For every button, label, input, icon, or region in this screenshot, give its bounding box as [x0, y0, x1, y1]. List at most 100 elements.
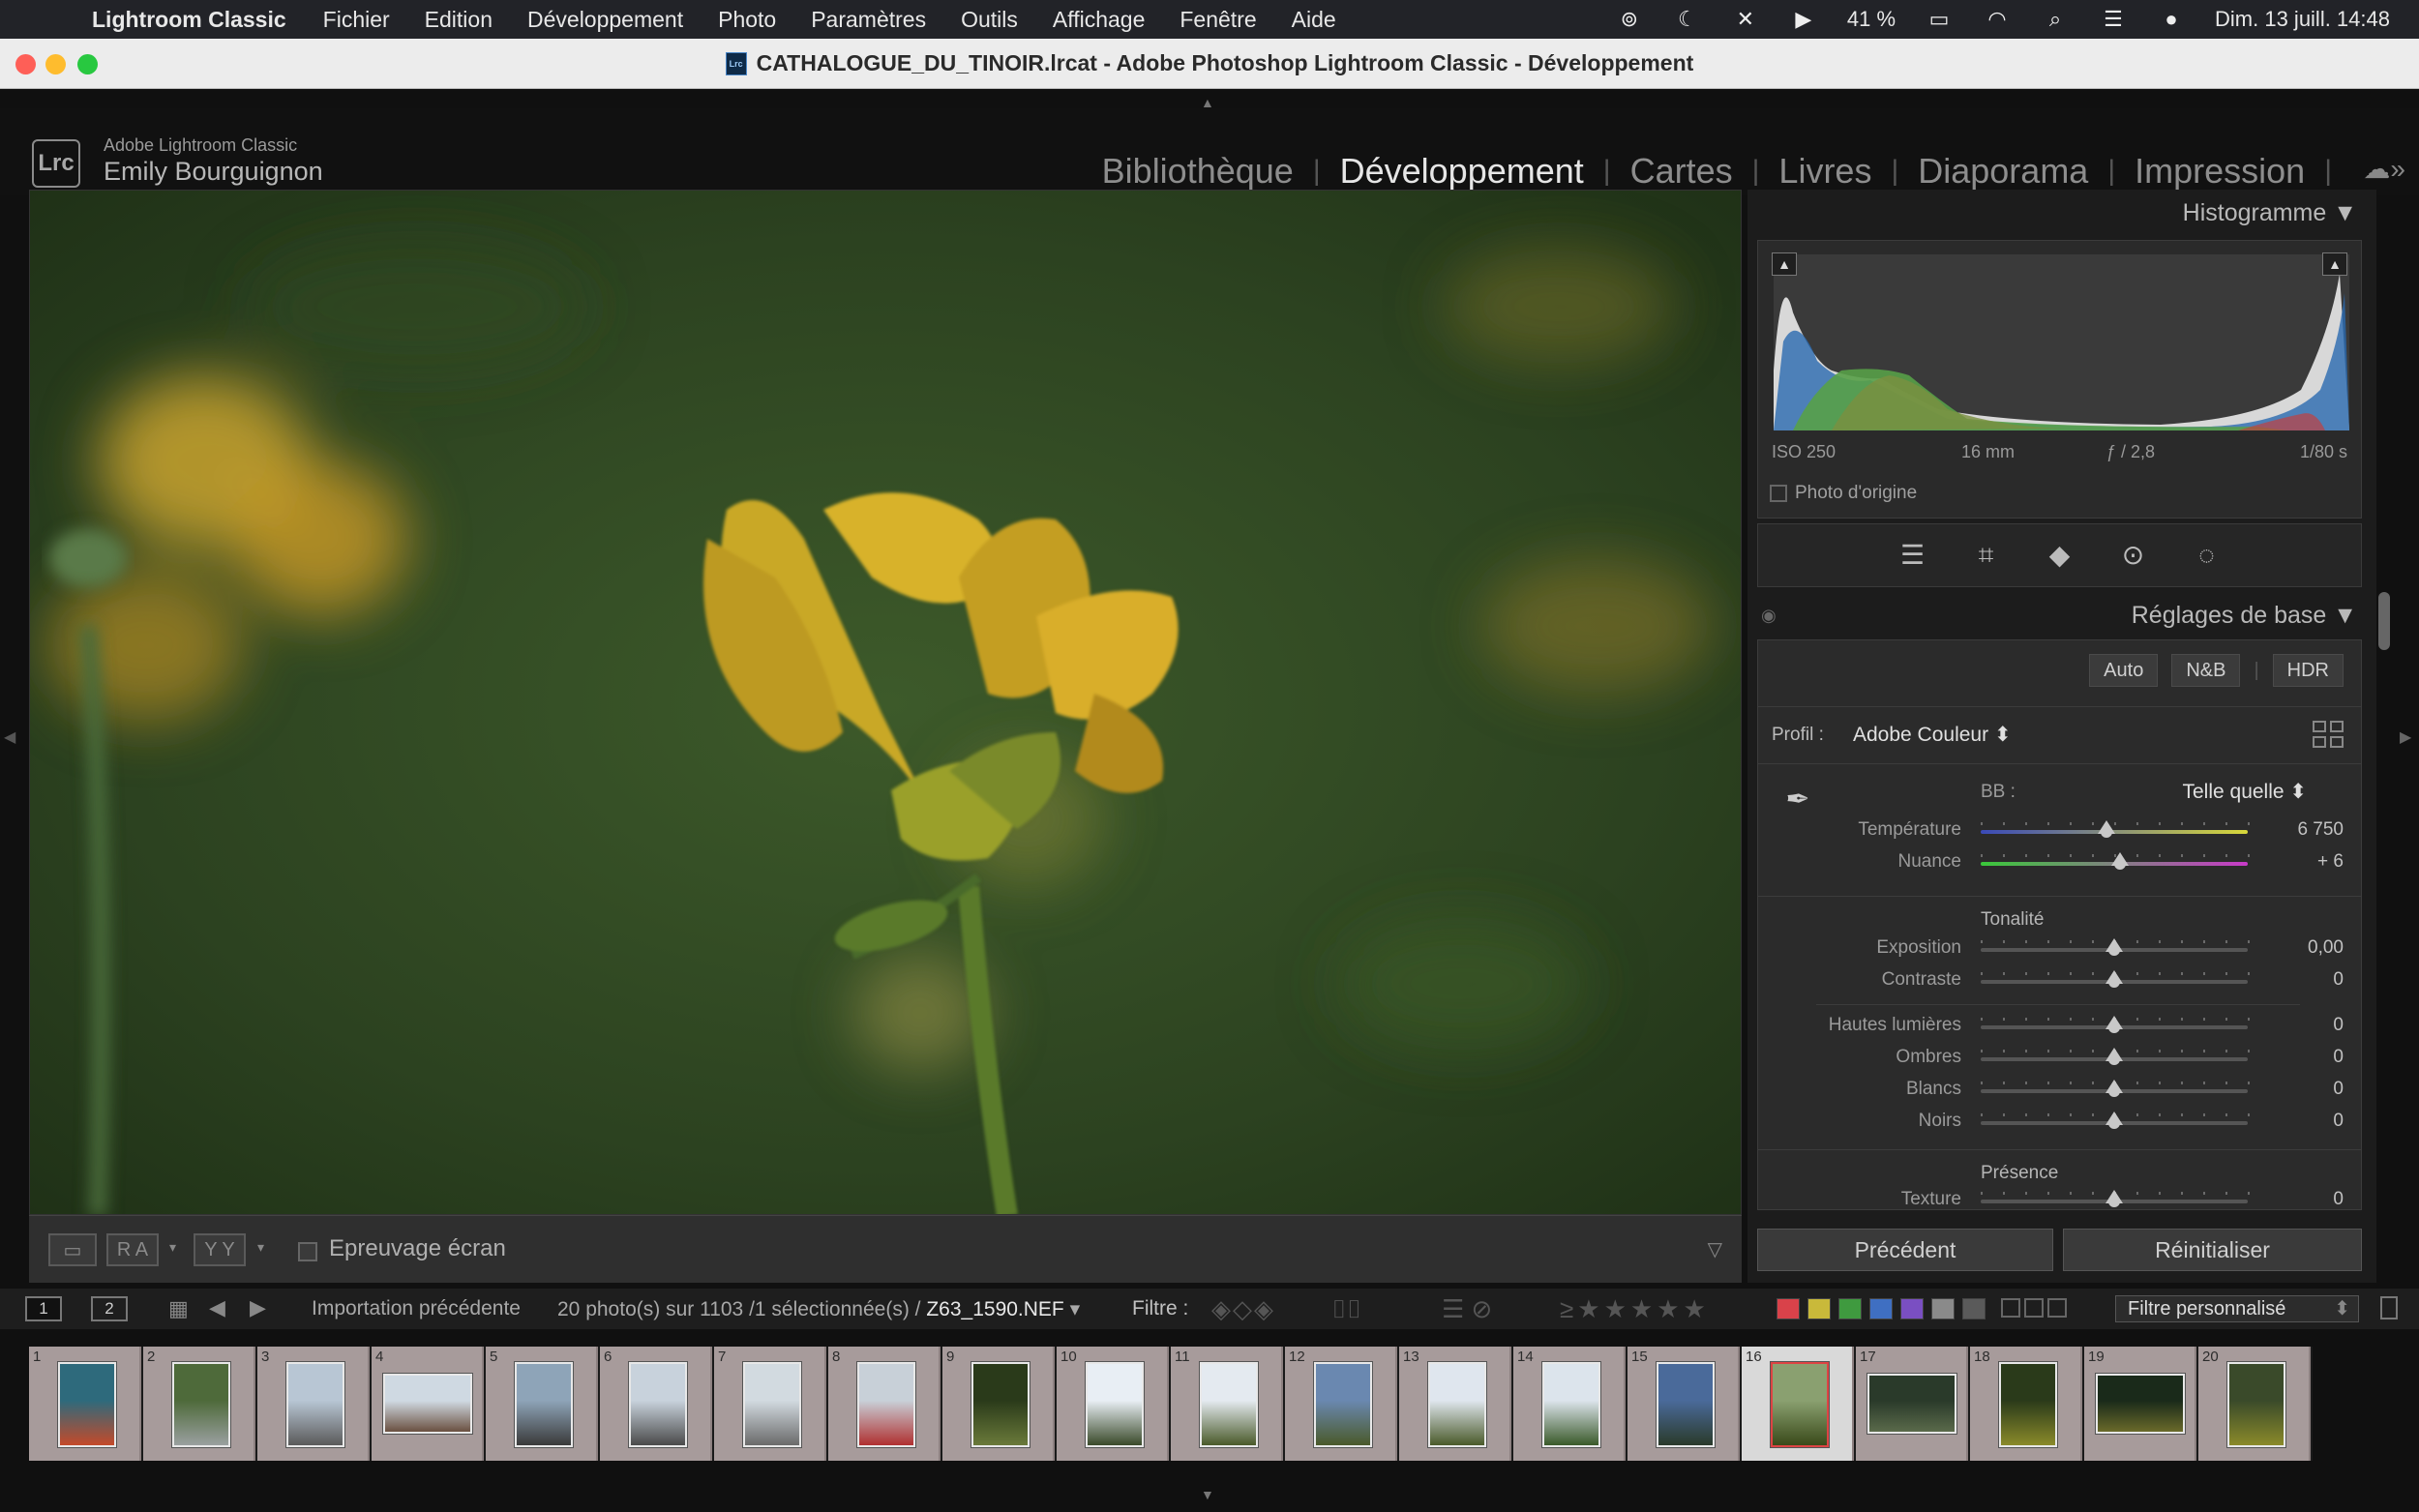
color-label-6[interactable]	[1931, 1298, 1955, 1319]
filmstrip-thumbnail[interactable]	[1542, 1362, 1600, 1447]
slider-thumb-highlights[interactable]	[2105, 1016, 2123, 1033]
filmstrip-cell[interactable]: 15	[1628, 1347, 1740, 1461]
color-label-3[interactable]	[1838, 1298, 1862, 1319]
slider-thumb-shadows[interactable]	[2105, 1048, 2123, 1065]
close-window-button[interactable]	[15, 54, 36, 74]
menu-parametres[interactable]: Paramètres	[811, 7, 926, 33]
slider-texture[interactable]	[1981, 1190, 2250, 1207]
filmstrip-cell[interactable]: 19	[2084, 1347, 2196, 1461]
slider-shadows[interactable]	[1981, 1048, 2250, 1065]
menu-affichage[interactable]: Affichage	[1053, 7, 1145, 33]
slider-thumb-whites[interactable]	[2105, 1080, 2123, 1097]
play-icon[interactable]: ▶	[1789, 9, 1818, 30]
siri-icon[interactable]: ●	[2157, 9, 2186, 30]
color-label-5[interactable]	[1900, 1298, 1924, 1319]
filmstrip-cell[interactable]: 14	[1513, 1347, 1626, 1461]
bottom-panel-toggle-icon[interactable]: ▼	[1201, 1487, 1214, 1502]
menu-fichier[interactable]: Fichier	[323, 7, 390, 33]
slider-value-tint[interactable]: + 6	[2256, 851, 2344, 873]
menu-outils[interactable]: Outils	[961, 7, 1018, 33]
filmstrip-thumbnail[interactable]	[2096, 1374, 2185, 1434]
filmstrip-cell[interactable]: 18	[1970, 1347, 2082, 1461]
filmstrip-cell[interactable]: 6	[600, 1347, 712, 1461]
filmstrip-cell[interactable]: 13	[1399, 1347, 1511, 1461]
slider-highlights[interactable]	[1981, 1016, 2250, 1033]
crop-icon[interactable]: ⌗	[1969, 538, 2004, 573]
filmstrip-thumbnail[interactable]	[383, 1374, 472, 1434]
filmstrip-thumbnail[interactable]	[58, 1362, 116, 1447]
toolbar-menu-icon[interactable]: ▽	[1708, 1237, 1722, 1261]
slider-value-whites[interactable]: 0	[2256, 1079, 2344, 1100]
menu-aide[interactable]: Aide	[1292, 7, 1336, 33]
filmstrip-cell[interactable]: 20	[2198, 1347, 2311, 1461]
filmstrip-cell[interactable]: 16	[1742, 1347, 1854, 1461]
eyedropper-icon[interactable]: ✒	[1772, 774, 1824, 826]
kind-filter-icon[interactable]	[2001, 1298, 2067, 1318]
shadow-clipping-toggle[interactable]: ▲	[1772, 252, 1797, 276]
slider-thumb-texture[interactable]	[2105, 1190, 2123, 1207]
filmstrip-thumbnail[interactable]	[1771, 1362, 1829, 1447]
filmstrip[interactable]: 1 2 3 4 5 6 7 8 9 10 11 12 13 14 15 16 17 18 19 20	[29, 1347, 2313, 1461]
slider-blacks[interactable]	[1981, 1112, 2250, 1129]
left-panel-toggle-icon[interactable]: ◀	[4, 727, 15, 747]
rejected-filter-icon[interactable]: ⌷⌷	[1331, 1294, 1361, 1325]
custom-filter-select[interactable]: Filtre personnalisé ⬍	[2115, 1295, 2359, 1322]
filmstrip-cell[interactable]: 3	[257, 1347, 370, 1461]
slider-thumb-temperature[interactable]	[2097, 820, 2115, 838]
filmstrip-cell[interactable]: 10	[1057, 1347, 1169, 1461]
module-bibliotheque[interactable]: Bibliothèque	[1102, 151, 1294, 192]
color-label-1[interactable]	[1777, 1298, 1800, 1319]
loupe-view-button[interactable]: ▭	[48, 1233, 97, 1266]
module-cartes[interactable]: Cartes	[1630, 151, 1733, 192]
slider-value-contrast[interactable]: 0	[2256, 969, 2344, 991]
color-label-7[interactable]	[1962, 1298, 1986, 1319]
filmstrip-cell[interactable]: 17	[1856, 1347, 1968, 1461]
sliders-icon[interactable]: ☰	[1896, 538, 1930, 573]
filmstrip-cell[interactable]: 7	[714, 1347, 826, 1461]
cloud-sync-icon[interactable]: ☁»	[2363, 153, 2405, 185]
wb-select[interactable]: Telle quelle ⬍	[2182, 780, 2307, 804]
filmstrip-thumbnail[interactable]	[286, 1362, 344, 1447]
original-photo-checkbox[interactable]	[1770, 485, 1787, 502]
profile-select[interactable]: Adobe Couleur ⬍	[1853, 723, 2012, 747]
primary-screen-button[interactable]: 1	[25, 1296, 62, 1321]
star-filter-icon[interactable]: ≥★★★★★	[1560, 1294, 1710, 1324]
hdr-button[interactable]: HDR	[2272, 654, 2344, 687]
slider-exposure[interactable]	[1981, 938, 2250, 956]
creative-cloud-icon[interactable]: ⊚	[1615, 9, 1644, 30]
filmstrip-thumbnail[interactable]	[629, 1362, 687, 1447]
slider-value-exposure[interactable]: 0,00	[2256, 937, 2344, 959]
image-viewer[interactable]	[29, 190, 1742, 1215]
wifi-icon[interactable]: ◠	[1983, 9, 2012, 30]
right-panel-toggle-icon[interactable]: ▶	[2400, 727, 2411, 747]
softproof-checkbox[interactable]	[298, 1242, 317, 1261]
chevron-down-icon[interactable]: ▾	[169, 1239, 176, 1256]
search-icon[interactable]: ⌕	[2041, 9, 2070, 30]
filmstrip-thumbnail[interactable]	[1428, 1362, 1486, 1447]
no-bluetooth-icon[interactable]: ✕	[1731, 9, 1760, 30]
basic-panel-header[interactable]: Réglages de base ▼	[2132, 602, 2357, 630]
forward-arrow-icon[interactable]: ▶	[250, 1295, 266, 1320]
filmstrip-thumbnail[interactable]	[2227, 1362, 2285, 1447]
filmstrip-cell[interactable]: 12	[1285, 1347, 1397, 1461]
before-after-button[interactable]: R A	[106, 1233, 159, 1266]
filmstrip-cell[interactable]: 1	[29, 1347, 141, 1461]
filmstrip-thumbnail[interactable]	[1086, 1362, 1144, 1447]
histogram-header[interactable]: Histogramme ▼	[2183, 199, 2357, 227]
slider-temperature[interactable]	[1981, 820, 2250, 838]
battery-icon[interactable]: ▭	[1925, 9, 1954, 30]
menu-edition[interactable]: Edition	[425, 7, 493, 33]
reset-button[interactable]: Réinitialiser	[2063, 1229, 2362, 1271]
menu-photo[interactable]: Photo	[718, 7, 776, 33]
filmstrip-thumbnail[interactable]	[743, 1362, 801, 1447]
slider-value-highlights[interactable]: 0	[2256, 1015, 2344, 1036]
menu-developpement[interactable]: Développement	[527, 7, 683, 33]
filmstrip-source[interactable]: Importation précédente	[312, 1297, 521, 1320]
slider-tint[interactable]	[1981, 852, 2250, 870]
eraser-icon[interactable]: ◆	[2043, 538, 2077, 573]
secondary-screen-button[interactable]: 2	[91, 1296, 128, 1321]
filmstrip-thumbnail[interactable]	[1999, 1362, 2057, 1447]
slider-value-shadows[interactable]: 0	[2256, 1047, 2344, 1068]
maximize-window-button[interactable]	[77, 54, 98, 74]
edit-filter-icon[interactable]: ☰ ⊘	[1442, 1294, 1492, 1324]
